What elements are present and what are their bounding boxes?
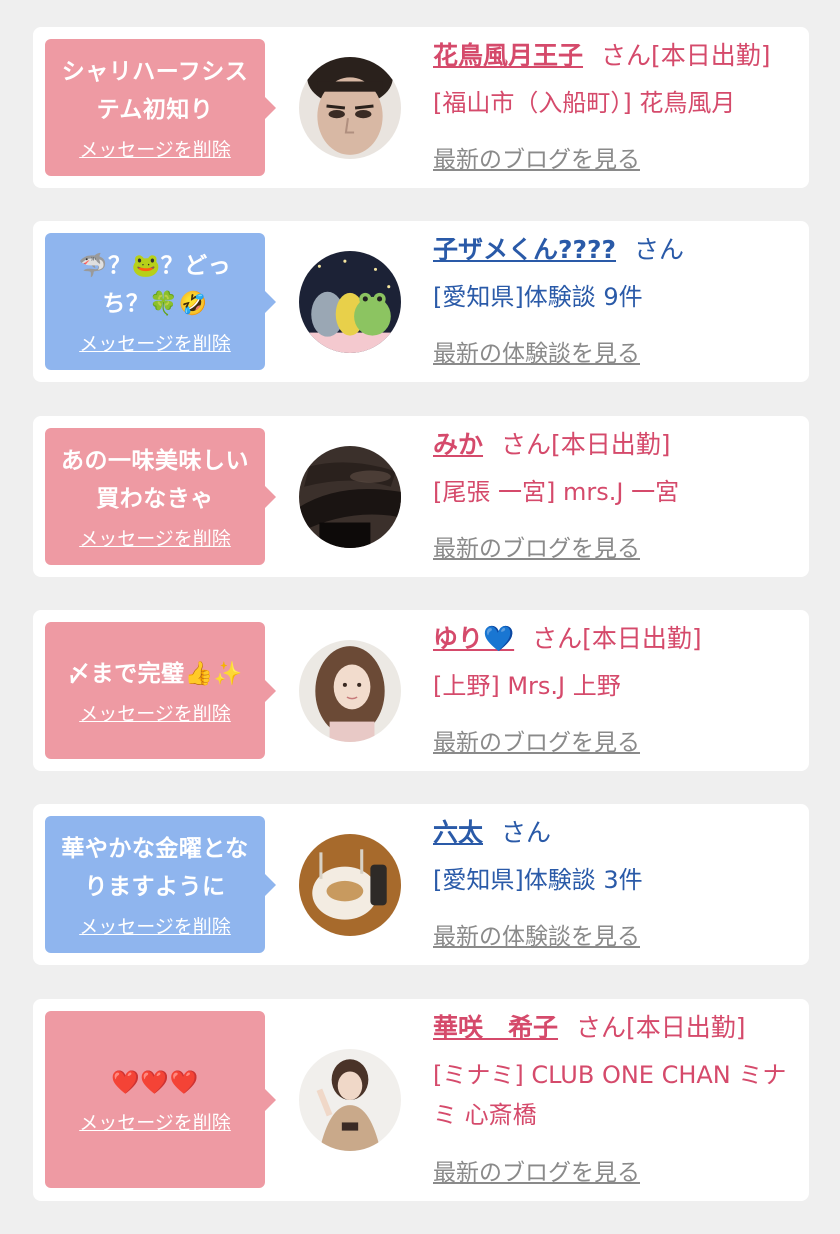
latest-blog-link[interactable]: 最新のブログを見る <box>433 723 640 757</box>
delete-message-link[interactable]: メッセージを削除 <box>79 699 231 726</box>
latest-blog-link[interactable]: 最新のブログを見る <box>433 1153 640 1187</box>
avatar[interactable] <box>299 1049 401 1151</box>
message-card: ❤️❤️❤️ メッセージを削除 華咲 希子 さん[本日出勤] [ミナミ] CLUB… <box>33 999 809 1201</box>
user-status: さん[本日出勤] <box>501 430 671 459</box>
delete-message-link[interactable]: メッセージを削除 <box>79 524 231 551</box>
message-card: 🦈？🐸？どっ ち？🍀🤣 メッセージを削除 子ザメくん???? さん [愛知県]体… <box>33 221 809 382</box>
message-card: 華やかな金曜とな りますように メッセージを削除 六太 さん [愛知県]体験談 3… <box>33 804 809 965</box>
shop-info: [尾張 一宮] mrs.J 一宮 <box>433 478 680 506</box>
shop-info: [上野] Mrs.J 上野 <box>433 672 621 700</box>
message-text: 〆まで完璧👍✨ <box>67 661 243 687</box>
avatar[interactable] <box>299 251 401 353</box>
user-status: さん <box>634 235 685 264</box>
delete-message-link[interactable]: メッセージを削除 <box>79 1108 231 1135</box>
message-bubble: 〆まで完璧👍✨ メッセージを削除 <box>45 622 276 759</box>
shop-info: [愛知県]体験談 3件 <box>433 866 643 894</box>
user-name-link[interactable]: 子ザメくん???? <box>433 235 616 264</box>
delete-message-link[interactable]: メッセージを削除 <box>79 135 231 162</box>
avatar[interactable] <box>299 640 401 742</box>
message-card: あの一味美味しい 買わなきゃ メッセージを削除 みか さん[本日出勤] [尾張 一… <box>33 416 809 577</box>
message-bubble: シャリハーフシス テム初知り メッセージを削除 <box>45 39 276 176</box>
user-status: さん[本日出勤] <box>601 41 771 70</box>
message-bubble: ❤️❤️❤️ メッセージを削除 <box>45 1011 276 1188</box>
avatar[interactable] <box>299 446 401 548</box>
delete-message-link[interactable]: メッセージを削除 <box>79 912 231 939</box>
user-name-link[interactable]: ゆり💙 <box>433 624 514 653</box>
user-name-link[interactable]: みか <box>433 430 483 459</box>
latest-review-link[interactable]: 最新の体験談を見る <box>433 334 640 368</box>
message-list: シャリハーフシス テム初知り メッセージを削除 花鳥風月王子 さん[本日出勤] [… <box>0 0 840 1234</box>
avatar[interactable] <box>299 834 401 936</box>
message-bubble: 🦈？🐸？どっ ち？🍀🤣 メッセージを削除 <box>45 233 276 370</box>
user-name-link[interactable]: 六太 <box>433 818 483 847</box>
message-text: 華やかな金曜とな りますように <box>61 836 249 900</box>
message-text: 🦈？🐸？どっ ち？🍀🤣 <box>78 253 232 317</box>
user-name-link[interactable]: 華咲 希子 <box>433 1013 558 1042</box>
user-status: さん[本日出勤] <box>532 624 702 653</box>
message-text: ❤️❤️❤️ <box>111 1070 199 1096</box>
shop-info: [福山市（入船町）] 花鳥風月 <box>433 89 736 117</box>
message-card: シャリハーフシス テム初知り メッセージを削除 花鳥風月王子 さん[本日出勤] [… <box>33 27 809 188</box>
message-bubble: 華やかな金曜とな りますように メッセージを削除 <box>45 816 276 953</box>
message-text: あの一味美味しい 買わなきゃ <box>61 448 249 512</box>
message-bubble: あの一味美味しい 買わなきゃ メッセージを削除 <box>45 428 276 565</box>
shop-info: [愛知県]体験談 9件 <box>433 283 643 311</box>
latest-blog-link[interactable]: 最新のブログを見る <box>433 140 640 174</box>
message-text: シャリハーフシス テム初知り <box>61 59 249 123</box>
delete-message-link[interactable]: メッセージを削除 <box>79 329 231 356</box>
latest-review-link[interactable]: 最新の体験談を見る <box>433 917 640 951</box>
message-card: 〆まで完璧👍✨ メッセージを削除 ゆり💙 さん[本日出勤] [上野] Mrs.J … <box>33 610 809 771</box>
shop-info: [ミナミ] CLUB ONE CHAN ミナミ 心斎橋 <box>433 1061 787 1129</box>
user-status: さん <box>501 818 552 847</box>
user-name-link[interactable]: 花鳥風月王子 <box>433 41 583 70</box>
latest-blog-link[interactable]: 最新のブログを見る <box>433 529 640 563</box>
user-status: さん[本日出勤] <box>576 1013 746 1042</box>
avatar[interactable] <box>299 57 401 159</box>
